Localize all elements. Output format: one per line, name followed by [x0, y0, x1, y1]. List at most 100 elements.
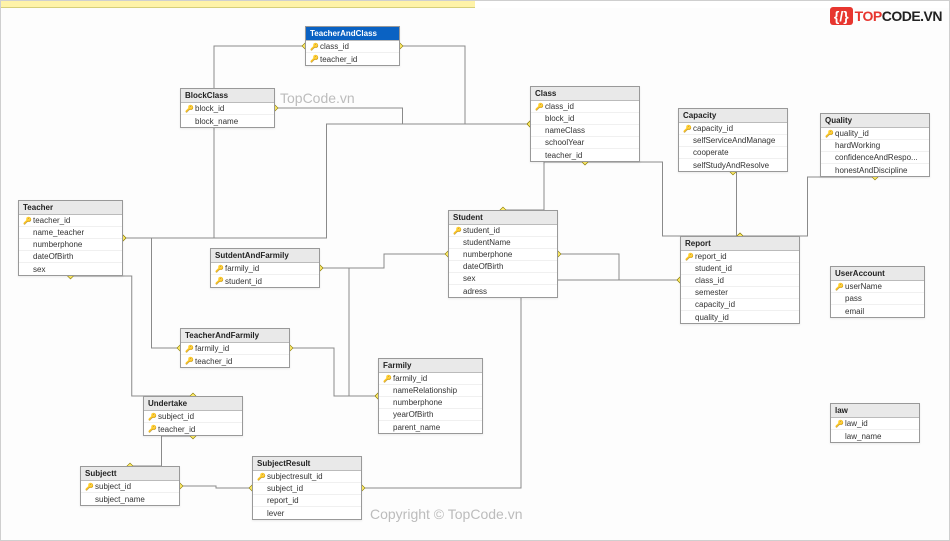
- field-name: class_id: [545, 102, 574, 111]
- watermark-top: TopCode.vn: [280, 90, 355, 106]
- field-row[interactable]: 🔑farmily_id: [181, 343, 289, 355]
- entity-title[interactable]: law: [831, 404, 919, 418]
- entity-blockclass[interactable]: BlockClass🔑block_idblock_name: [180, 88, 275, 128]
- field-row[interactable]: 🔑teacher_id: [181, 355, 289, 367]
- field-row[interactable]: subject_name: [81, 493, 179, 505]
- entity-studentandfarmily[interactable]: SutdentAndFarmily🔑farmily_id🔑student_id: [210, 248, 320, 288]
- entity-title[interactable]: Quality: [821, 114, 929, 128]
- field-row[interactable]: studentName: [449, 237, 557, 249]
- field-row[interactable]: numberphone: [19, 239, 122, 251]
- field-row[interactable]: 🔑class_id: [306, 41, 399, 53]
- field-name: student_id: [463, 226, 500, 235]
- entity-student[interactable]: Student🔑student_idstudentNamenumberphone…: [448, 210, 558, 298]
- entity-title[interactable]: Report: [681, 237, 799, 251]
- entity-title[interactable]: TeacherAndClass: [306, 27, 399, 41]
- entity-title[interactable]: TeacherAndFarmily: [181, 329, 289, 343]
- entity-title[interactable]: Teacher: [19, 201, 122, 215]
- field-row[interactable]: yearOfBirth: [379, 409, 482, 421]
- entity-teacherandclass[interactable]: TeacherAndClass🔑class_id🔑teacher_id: [305, 26, 400, 66]
- field-row[interactable]: block_name: [181, 115, 274, 127]
- entity-teacher[interactable]: Teacher🔑teacher_idname_teachernumberphon…: [18, 200, 123, 276]
- field-row[interactable]: 🔑teacher_id: [306, 53, 399, 65]
- field-row[interactable]: cooperate: [679, 147, 787, 159]
- field-row[interactable]: confidenceAndRespo...: [821, 152, 929, 164]
- field-row[interactable]: dateOfBirth: [449, 261, 557, 273]
- field-row[interactable]: lever: [253, 507, 361, 519]
- field-row[interactable]: 🔑report_id: [681, 251, 799, 263]
- entity-title[interactable]: UserAccount: [831, 267, 924, 281]
- entity-quality[interactable]: Quality🔑quality_idhardWorkingconfidenceA…: [820, 113, 930, 177]
- field-row[interactable]: dateOfBirth: [19, 251, 122, 263]
- field-row[interactable]: nameRelationship: [379, 385, 482, 397]
- field-name: semester: [695, 288, 728, 297]
- field-name: subject_id: [267, 484, 303, 493]
- field-row[interactable]: 🔑quality_id: [821, 128, 929, 140]
- field-row[interactable]: capacity_id: [681, 299, 799, 311]
- field-name: teacher_id: [33, 216, 70, 225]
- field-row[interactable]: selfStudyAndResolve: [679, 159, 787, 171]
- field-row[interactable]: 🔑userName: [831, 281, 924, 293]
- entity-title[interactable]: Class: [531, 87, 639, 101]
- field-row[interactable]: 🔑subjectresult_id: [253, 471, 361, 483]
- field-row[interactable]: 🔑subject_id: [81, 481, 179, 493]
- field-row[interactable]: email: [831, 305, 924, 317]
- field-row[interactable]: 🔑teacher_id: [144, 423, 242, 435]
- entity-title[interactable]: Capacity: [679, 109, 787, 123]
- field-row[interactable]: 🔑class_id: [531, 101, 639, 113]
- field-name: quality_id: [835, 129, 869, 138]
- entity-title[interactable]: BlockClass: [181, 89, 274, 103]
- entity-title[interactable]: Student: [449, 211, 557, 225]
- field-row[interactable]: quality_id: [681, 311, 799, 323]
- field-row[interactable]: pass: [831, 293, 924, 305]
- field-row[interactable]: 🔑block_id: [181, 103, 274, 115]
- entity-subjectresult[interactable]: SubjectResult🔑subjectresult_idsubject_id…: [252, 456, 362, 520]
- entity-title[interactable]: SubjectResult: [253, 457, 361, 471]
- entity-title[interactable]: Undertake: [144, 397, 242, 411]
- entity-law[interactable]: law🔑law_idlaw_name: [830, 403, 920, 443]
- field-row[interactable]: block_id: [531, 113, 639, 125]
- field-row[interactable]: nameClass: [531, 125, 639, 137]
- field-row[interactable]: hardWorking: [821, 140, 929, 152]
- entity-useraccount[interactable]: UserAccount🔑userNamepassemail: [830, 266, 925, 318]
- field-row[interactable]: 🔑teacher_id: [19, 215, 122, 227]
- field-row[interactable]: report_id: [253, 495, 361, 507]
- field-row[interactable]: law_name: [831, 430, 919, 442]
- key-icon: 🔑: [215, 277, 225, 285]
- field-row[interactable]: name_teacher: [19, 227, 122, 239]
- field-row[interactable]: parent_name: [379, 421, 482, 433]
- entity-undertake[interactable]: Undertake🔑subject_id🔑teacher_id: [143, 396, 243, 436]
- field-row[interactable]: 🔑student_id: [211, 275, 319, 287]
- field-row[interactable]: 🔑farmily_id: [379, 373, 482, 385]
- field-name: numberphone: [463, 250, 512, 259]
- entity-subjectt[interactable]: Subjectt🔑subject_idsubject_name: [80, 466, 180, 506]
- field-row[interactable]: teacher_id: [531, 149, 639, 161]
- field-row[interactable]: class_id: [681, 275, 799, 287]
- field-row[interactable]: schoolYear: [531, 137, 639, 149]
- field-row[interactable]: 🔑farmily_id: [211, 263, 319, 275]
- entity-title[interactable]: Farmily: [379, 359, 482, 373]
- field-row[interactable]: semester: [681, 287, 799, 299]
- field-row[interactable]: numberphone: [379, 397, 482, 409]
- field-row[interactable]: 🔑capacity_id: [679, 123, 787, 135]
- field-row[interactable]: adress: [449, 285, 557, 297]
- entity-teacherandfarmily[interactable]: TeacherAndFarmily🔑farmily_id🔑teacher_id: [180, 328, 290, 368]
- entity-title[interactable]: SutdentAndFarmily: [211, 249, 319, 263]
- entity-report[interactable]: Report🔑report_idstudent_idclass_idsemest…: [680, 236, 800, 324]
- entity-title[interactable]: Subjectt: [81, 467, 179, 481]
- field-row[interactable]: sex: [449, 273, 557, 285]
- field-row[interactable]: 🔑student_id: [449, 225, 557, 237]
- field-row[interactable]: subject_id: [253, 483, 361, 495]
- field-name: farmily_id: [195, 344, 229, 353]
- field-row[interactable]: numberphone: [449, 249, 557, 261]
- field-row[interactable]: sex: [19, 263, 122, 275]
- diagram-canvas[interactable]: TeacherAndClass🔑class_id🔑teacher_idBlock…: [0, 8, 950, 541]
- field-row[interactable]: 🔑law_id: [831, 418, 919, 430]
- field-name: student_id: [225, 277, 262, 286]
- entity-capacity[interactable]: Capacity🔑capacity_idselfServiceAndManage…: [678, 108, 788, 172]
- field-row[interactable]: selfServiceAndManage: [679, 135, 787, 147]
- entity-class[interactable]: Class🔑class_idblock_idnameClassschoolYea…: [530, 86, 640, 162]
- entity-farmily[interactable]: Farmily🔑farmily_idnameRelationshipnumber…: [378, 358, 483, 434]
- field-row[interactable]: student_id: [681, 263, 799, 275]
- field-row[interactable]: honestAndDiscipline: [821, 164, 929, 176]
- field-row[interactable]: 🔑subject_id: [144, 411, 242, 423]
